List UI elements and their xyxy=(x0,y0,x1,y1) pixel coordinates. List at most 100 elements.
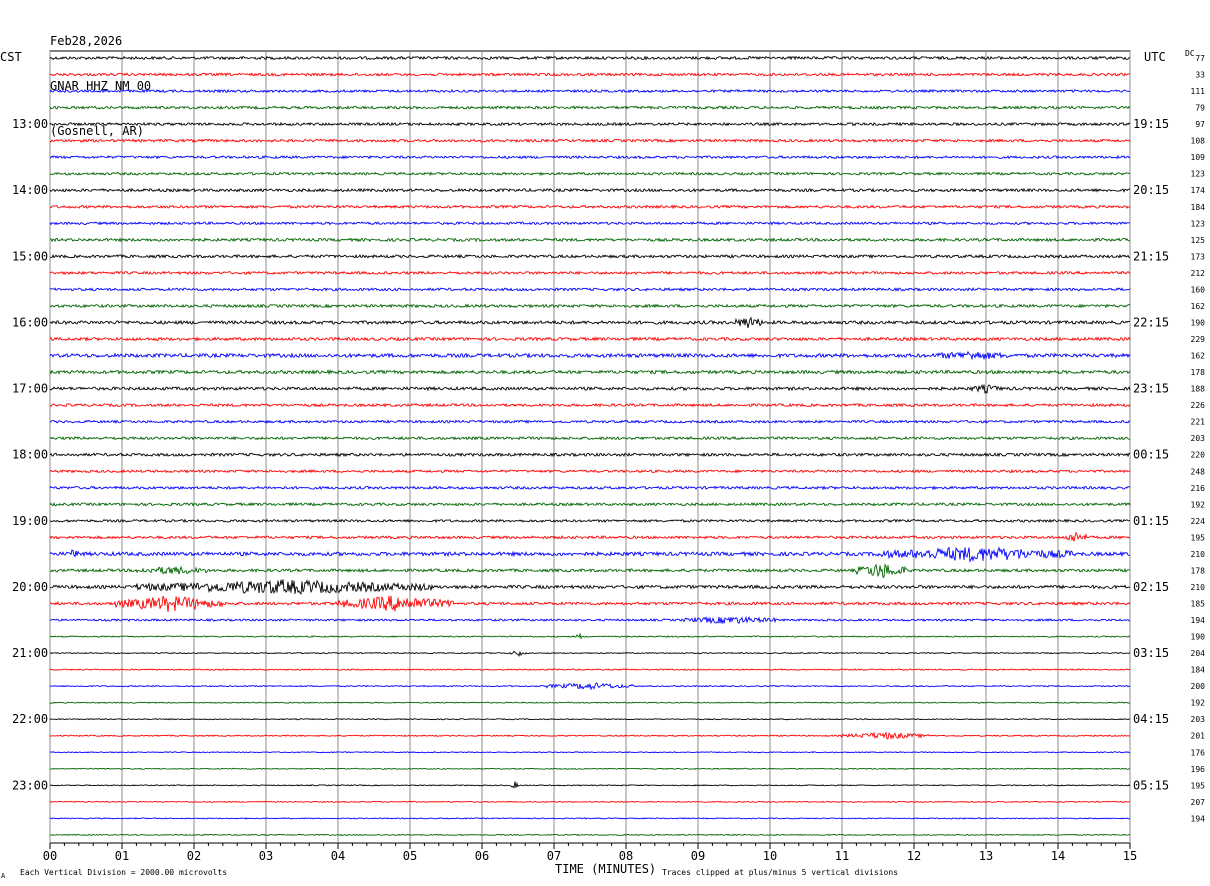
seismic-trace xyxy=(49,833,1131,837)
dc-offset-label: 173 xyxy=(1191,252,1206,261)
utc-hour-label: 02:15 xyxy=(1133,580,1169,594)
utc-hour-label: 22:15 xyxy=(1133,315,1169,329)
clip-note: Traces clipped at plus/minus 5 vertical … xyxy=(662,868,898,877)
dc-offset-label: 176 xyxy=(1191,748,1206,757)
utc-hour-label: 19:15 xyxy=(1133,117,1169,131)
x-tick-label: 07 xyxy=(547,849,561,863)
dc-offset-label: 184 xyxy=(1191,203,1206,212)
x-tick-label: 12 xyxy=(907,849,921,863)
seismic-trace xyxy=(49,336,1131,342)
dc-offset-label: 194 xyxy=(1191,814,1206,823)
dc-offset-label: 210 xyxy=(1191,550,1206,559)
cst-hour-label: 17:00 xyxy=(12,382,48,396)
utc-hour-label: 04:15 xyxy=(1133,712,1169,726)
seismic-trace xyxy=(49,800,1131,803)
x-tick-label: 00 xyxy=(43,849,57,863)
seismic-trace xyxy=(49,88,1131,94)
seismic-trace xyxy=(49,682,1131,691)
seismic-trace xyxy=(49,350,1131,361)
x-tick-label: 08 xyxy=(619,849,633,863)
axis-labels: 00 01 02 03 04 05 06 07 08 09 10 11 12 13 14 15 13:00 14:… xyxy=(12,54,1205,863)
dc-offset-label: 97 xyxy=(1195,120,1205,129)
seismic-trace xyxy=(49,546,1131,563)
seismogram-chart: 00 01 02 03 04 05 06 07 08 09 10 11 12 13 14 15 13:00 14:… xyxy=(0,49,1205,880)
seismic-trace xyxy=(49,817,1131,820)
cst-hour-label: 13:00 xyxy=(12,117,48,131)
dc-offset-label: 125 xyxy=(1191,236,1206,245)
seismic-trace xyxy=(49,767,1131,770)
x-tick-label: 13 xyxy=(979,849,993,863)
x-tick-label: 11 xyxy=(835,849,849,863)
cst-hour-label: 18:00 xyxy=(12,448,48,462)
dc-offset-label: 212 xyxy=(1191,269,1206,278)
seismic-trace xyxy=(49,518,1131,524)
seismic-trace xyxy=(49,105,1131,110)
x-tick-label: 03 xyxy=(259,849,273,863)
trace-group xyxy=(49,55,1131,837)
dc-offset-label: 174 xyxy=(1191,186,1206,195)
dc-offset-label: 204 xyxy=(1191,649,1206,658)
seismic-trace xyxy=(49,501,1131,507)
dc-offset-label: 195 xyxy=(1191,533,1206,542)
dc-offset-label: 201 xyxy=(1191,732,1206,741)
dc-offset-label: 210 xyxy=(1191,583,1206,592)
seismic-trace xyxy=(49,237,1131,243)
dc-offset-label: 192 xyxy=(1191,699,1206,708)
grid-lines xyxy=(49,50,1131,849)
x-tick-label: 14 xyxy=(1051,849,1065,863)
seismic-trace xyxy=(49,316,1131,328)
seismic-trace xyxy=(49,469,1131,474)
seismic-trace xyxy=(49,204,1131,210)
seismic-trace xyxy=(49,221,1131,226)
dc-offset-label: 195 xyxy=(1191,781,1206,790)
seismic-trace xyxy=(49,435,1131,441)
dc-offset-label: 109 xyxy=(1191,153,1206,162)
dc-offset-label: 216 xyxy=(1191,484,1206,493)
x-tick-label: 04 xyxy=(331,849,345,863)
cst-hour-label: 20:00 xyxy=(12,580,48,594)
dc-offset-label: 224 xyxy=(1191,517,1206,526)
dc-offset-label: 184 xyxy=(1191,666,1206,675)
x-axis-title: TIME (MINUTES) xyxy=(555,862,656,876)
cst-hour-label: 22:00 xyxy=(12,712,48,726)
seismic-trace xyxy=(49,452,1131,458)
seismic-trace xyxy=(49,615,1131,625)
seismic-trace xyxy=(49,270,1131,276)
dc-offset-label: 220 xyxy=(1191,451,1206,460)
seismic-trace xyxy=(49,531,1131,542)
corner-mark: A xyxy=(1,872,6,880)
utc-hour-label: 00:15 xyxy=(1133,448,1169,462)
dc-offset-label: 192 xyxy=(1191,500,1206,509)
dc-offset-label: 111 xyxy=(1191,87,1206,96)
utc-hour-label: 20:15 xyxy=(1133,183,1169,197)
utc-hour-label: 03:15 xyxy=(1133,646,1169,660)
seismic-trace xyxy=(49,121,1131,127)
seismic-trace xyxy=(49,751,1131,754)
dc-offset-label: 108 xyxy=(1191,137,1206,146)
seismic-trace xyxy=(49,595,1131,612)
dc-offset-label: 162 xyxy=(1191,352,1206,361)
seismic-trace xyxy=(49,383,1131,394)
x-tick-label: 10 xyxy=(763,849,777,863)
cst-axis-label: CST xyxy=(0,50,22,64)
dc-offset-label: 200 xyxy=(1191,682,1206,691)
seismic-trace xyxy=(49,731,1131,740)
dc-offset-label: 190 xyxy=(1191,318,1206,327)
seismic-trace xyxy=(49,419,1131,424)
dc-offset-label: 33 xyxy=(1195,71,1205,80)
seismic-trace xyxy=(49,668,1131,671)
dc-offset-label: 203 xyxy=(1191,434,1206,443)
cst-hour-label: 16:00 xyxy=(12,315,48,329)
cst-hour-label: 15:00 xyxy=(12,249,48,263)
dc-offset-label: 190 xyxy=(1191,633,1206,642)
seismic-trace xyxy=(49,72,1131,77)
seismic-trace xyxy=(49,579,1131,595)
dc-offset-label: 79 xyxy=(1195,104,1205,113)
dc-offset-label: 203 xyxy=(1191,715,1206,724)
seismic-trace xyxy=(49,563,1131,578)
dc-offset-label: 221 xyxy=(1191,418,1206,427)
cst-hour-label: 23:00 xyxy=(12,778,48,792)
seismic-trace xyxy=(49,650,1131,658)
utc-hour-label: 01:15 xyxy=(1133,514,1169,528)
seismic-trace xyxy=(49,701,1131,704)
